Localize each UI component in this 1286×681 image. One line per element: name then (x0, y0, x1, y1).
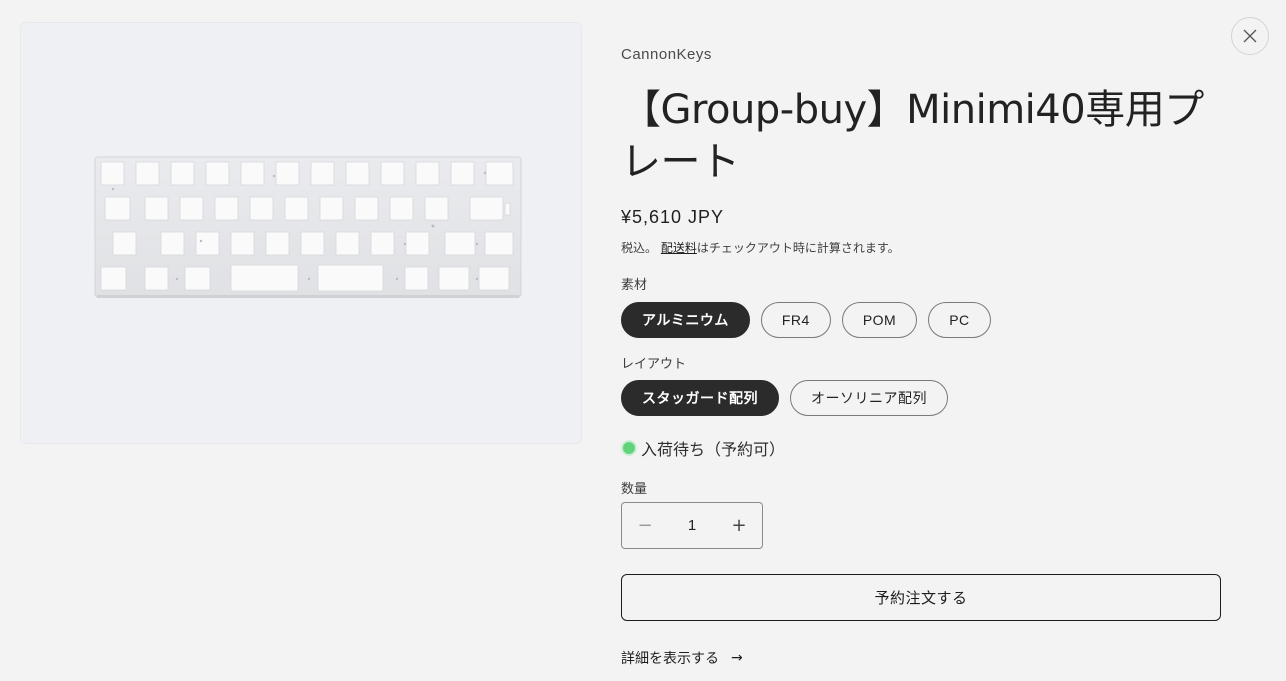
material-option-pom[interactable]: POM (841, 302, 918, 338)
product-image[interactable] (20, 22, 582, 444)
layout-label: レイアウト (621, 357, 687, 372)
tax-prefix: 税込。 (621, 241, 658, 255)
stock-status: 入荷待ち（予約可） (621, 436, 785, 460)
reserve-order-button[interactable]: 予約注文する (621, 574, 1221, 621)
layout-option-ortholinear[interactable]: オーソリニア配列 (790, 380, 948, 416)
view-details-link[interactable]: 詳細を表示する → (621, 648, 743, 668)
keyboard-plate-image (94, 156, 522, 298)
tax-suffix: はチェックアウト時に計算されます。 (696, 241, 900, 255)
quantity-input[interactable] (668, 516, 716, 535)
vendor-name: CannonKeys (621, 46, 712, 63)
material-option-fr4[interactable]: FR4 (760, 302, 831, 338)
tax-note: 税込。 配送料はチェックアウト時に計算されます。 (621, 239, 900, 256)
view-details-label: 詳細を表示する (621, 651, 719, 667)
material-label: 素材 (621, 278, 648, 293)
material-option-pc[interactable]: PC (928, 302, 991, 338)
product-quick-view: CannonKeys 【Group-buy】Minimi40専用プレート ¥5,… (0, 0, 1286, 681)
close-icon (1243, 29, 1257, 43)
layout-options: スタッガード配列 オーソリニア配列 (621, 380, 948, 416)
layout-option-staggered[interactable]: スタッガード配列 (621, 380, 779, 416)
close-button[interactable] (1231, 17, 1269, 55)
stock-status-text: 入荷待ち（予約可） (641, 440, 786, 459)
quantity-stepper: − + (621, 502, 763, 549)
quantity-label: 数量 (621, 482, 648, 497)
product-title: 【Group-buy】Minimi40専用プレート (621, 87, 1204, 185)
quantity-decrease-button[interactable]: − (622, 503, 668, 548)
material-options: アルミニウム FR4 POM PC (621, 302, 991, 338)
material-option-aluminium[interactable]: アルミニウム (621, 302, 750, 338)
quantity-increase-button[interactable]: + (716, 503, 762, 548)
product-price: ¥5,610 JPY (621, 207, 725, 227)
shipping-link[interactable]: 配送料 (661, 241, 697, 255)
arrow-right-icon: → (731, 650, 743, 666)
status-dot-icon (623, 442, 635, 454)
